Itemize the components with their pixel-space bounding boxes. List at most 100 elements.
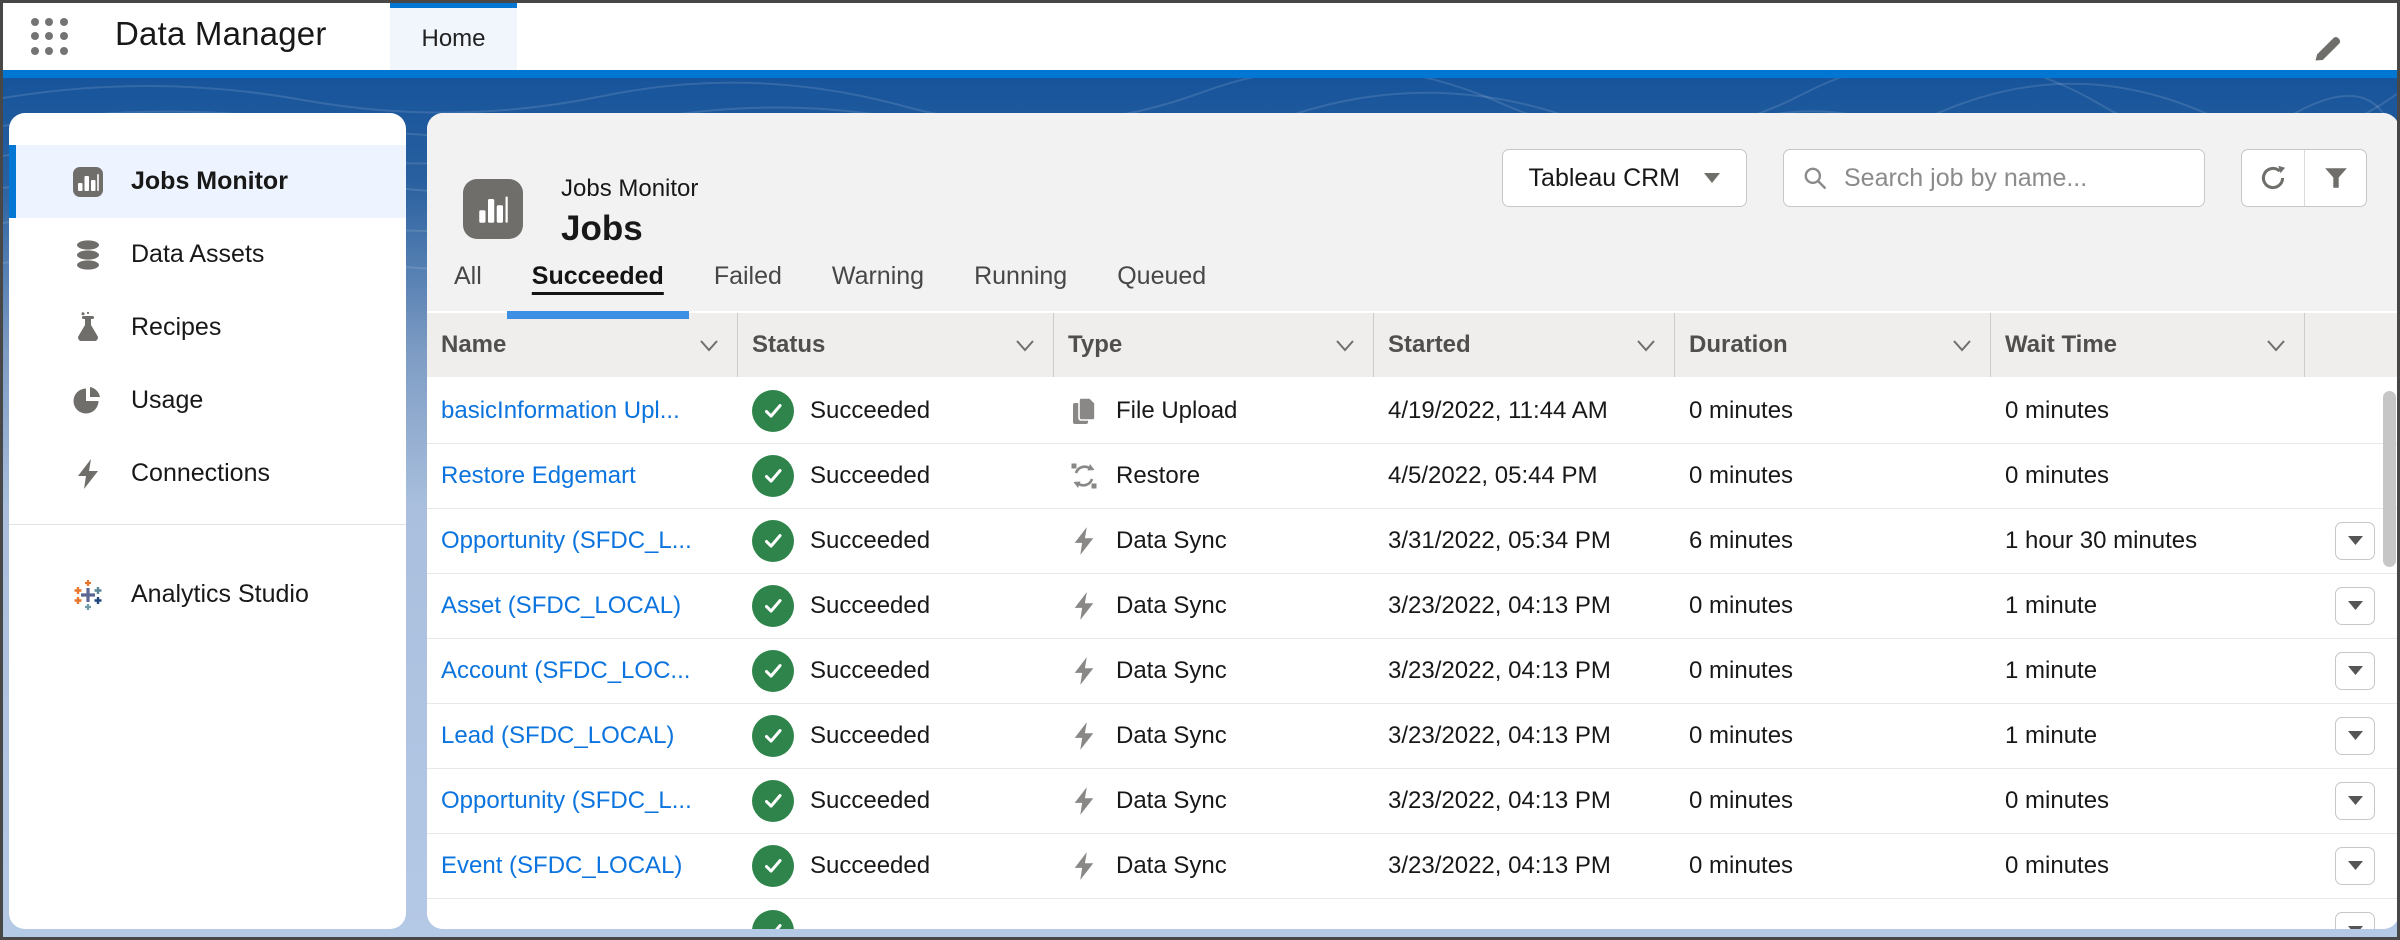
pencil-icon[interactable] <box>2311 31 2345 65</box>
app-launcher-icon[interactable] <box>31 18 69 56</box>
tab-all[interactable]: All <box>429 262 507 311</box>
refresh-button[interactable] <box>2242 150 2304 206</box>
tab-queued[interactable]: Queued <box>1092 262 1231 311</box>
type-text: Data Sync <box>1116 592 1227 620</box>
table-row: Account (SFDC_LOC... Succeeded Data Sync… <box>427 639 2399 704</box>
row-actions-button[interactable] <box>2335 717 2375 755</box>
started-text: 4/19/2022, 11:44 AM <box>1374 397 1675 425</box>
column-header-started[interactable]: Started <box>1374 313 1675 377</box>
column-header-type[interactable]: Type <box>1054 313 1374 377</box>
duration-text: 0 minutes <box>1675 397 1991 425</box>
success-check-icon <box>752 910 794 929</box>
job-name-link[interactable]: Opportunity (SFDC_L... <box>441 787 692 815</box>
lightning-icon <box>1068 850 1100 882</box>
wait-time-text: 1 minute <box>1991 657 2305 685</box>
column-header-wait-time[interactable]: Wait Time <box>1991 313 2305 377</box>
search-icon <box>1802 165 1828 191</box>
triangle-down-icon <box>2348 796 2363 806</box>
sidebar-item-connections[interactable]: Connections <box>9 437 406 510</box>
flask-icon <box>71 311 105 345</box>
header-controls: Tableau CRM <box>1502 149 2367 207</box>
duration-text: 0 minutes <box>1675 462 1991 490</box>
job-name-link[interactable]: Restore Edgemart <box>441 462 636 490</box>
job-name-link[interactable]: Lead (SFDC_LOCAL) <box>441 722 674 750</box>
tab-failed[interactable]: Failed <box>689 262 807 311</box>
table-body: basicInformation Upl... Succeeded File U… <box>427 379 2399 929</box>
chevron-down-icon <box>1636 339 1656 352</box>
row-actions-button[interactable] <box>2335 847 2375 885</box>
chevron-down-icon <box>1015 339 1035 352</box>
table-row: Opportunity (SFDC_L... Succeeded Data Sy… <box>427 509 2399 574</box>
triangle-down-icon <box>2348 666 2363 676</box>
triangle-down-icon <box>2348 731 2363 741</box>
success-check-icon <box>752 520 794 562</box>
triangle-down-icon <box>2348 926 2363 929</box>
app-selector-dropdown[interactable]: Tableau CRM <box>1502 149 1747 207</box>
sidebar-item-label: Analytics Studio <box>131 580 309 609</box>
triangle-down-icon <box>2348 536 2363 546</box>
status-text: Succeeded <box>810 592 930 620</box>
job-name-link[interactable]: Event (SFDC_LOCAL) <box>441 852 682 880</box>
restore-sync-icon <box>1068 460 1100 492</box>
column-header-status[interactable]: Status <box>738 313 1054 377</box>
database-icon <box>71 238 105 272</box>
sidebar-item-label: Connections <box>131 459 270 488</box>
row-actions-button[interactable] <box>2335 587 2375 625</box>
filter-button[interactable] <box>2304 150 2366 206</box>
duration-text: 0 minutes <box>1675 657 1991 685</box>
status-tabs: All Succeeded Failed Warning Running Que… <box>429 262 1231 311</box>
row-actions-button[interactable] <box>2335 522 2375 560</box>
started-text: 3/23/2022, 04:13 PM <box>1374 852 1675 880</box>
status-text: Succeeded <box>810 722 930 750</box>
row-actions-button[interactable] <box>2335 782 2375 820</box>
table-row: Restore Edgemart Succeeded Restore 4/5/2… <box>427 444 2399 509</box>
sidebar-item-label: Recipes <box>131 313 221 342</box>
pie-chart-icon <box>71 384 105 418</box>
search-input[interactable] <box>1842 163 2186 194</box>
tableau-logo-icon <box>71 578 105 612</box>
tab-running[interactable]: Running <box>949 262 1092 311</box>
chevron-down-icon <box>699 339 719 352</box>
started-text: 3/23/2022, 04:13 PM <box>1374 657 1675 685</box>
started-text: 4/5/2022, 05:44 PM <box>1374 462 1675 490</box>
job-name-link[interactable]: Account (SFDC_LOC... <box>441 657 690 685</box>
status-text: Succeeded <box>810 397 930 425</box>
tab-succeeded[interactable]: Succeeded <box>507 262 689 311</box>
sidebar-item-analytics-studio[interactable]: Analytics Studio <box>9 558 406 631</box>
job-name-link[interactable]: basicInformation Upl... <box>441 397 680 425</box>
status-text: Succeeded <box>810 462 930 490</box>
chevron-down-icon <box>2266 339 2286 352</box>
vertical-scrollbar-thumb[interactable] <box>2383 391 2396 567</box>
sidebar-divider <box>9 524 406 525</box>
tab-warning[interactable]: Warning <box>807 262 949 311</box>
column-header-duration[interactable]: Duration <box>1675 313 1991 377</box>
sidebar-item-recipes[interactable]: Recipes <box>9 291 406 364</box>
row-actions-button[interactable] <box>2335 912 2375 929</box>
column-header-name[interactable]: Name <box>427 313 738 377</box>
tab-home[interactable]: Home <box>390 3 517 70</box>
table-row: Event (SFDC_LOCAL) Succeeded Data Sync 3… <box>427 834 2399 899</box>
sidebar-item-data-assets[interactable]: Data Assets <box>9 218 406 291</box>
lightning-icon <box>1068 590 1100 622</box>
job-name-link[interactable]: Asset (SFDC_LOCAL) <box>441 592 681 620</box>
job-name-link[interactable]: Opportunity (SFDC_L... <box>441 527 692 555</box>
global-header: Data Manager Home <box>3 3 2397 70</box>
table-row: Asset (SFDC_LOCAL) Succeeded Data Sync 3… <box>427 574 2399 639</box>
brand-divider <box>3 70 2397 78</box>
type-text: Data Sync <box>1116 787 1227 815</box>
wait-time-text: 1 hour 30 minutes <box>1991 527 2305 555</box>
wait-time-text: 1 minute <box>1991 722 2305 750</box>
table-header: Name Status Type Started Duration Wait T… <box>427 311 2399 379</box>
toolbar-button-group <box>2241 149 2367 207</box>
triangle-down-icon <box>2348 601 2363 611</box>
duration-text: 0 minutes <box>1675 852 1991 880</box>
table-row: Opportunity (SFDC_L... Succeeded Data Sy… <box>427 769 2399 834</box>
chevron-down-icon <box>1335 339 1355 352</box>
jobs-panel: Jobs Monitor Jobs Tableau CRM <box>427 113 2399 929</box>
success-check-icon <box>752 455 794 497</box>
row-actions-button[interactable] <box>2335 652 2375 690</box>
sidebar-item-jobs-monitor[interactable]: Jobs Monitor <box>9 145 406 218</box>
sidebar-item-usage[interactable]: Usage <box>9 364 406 437</box>
status-text: Succeeded <box>810 852 930 880</box>
sidebar-item-label: Usage <box>131 386 203 415</box>
